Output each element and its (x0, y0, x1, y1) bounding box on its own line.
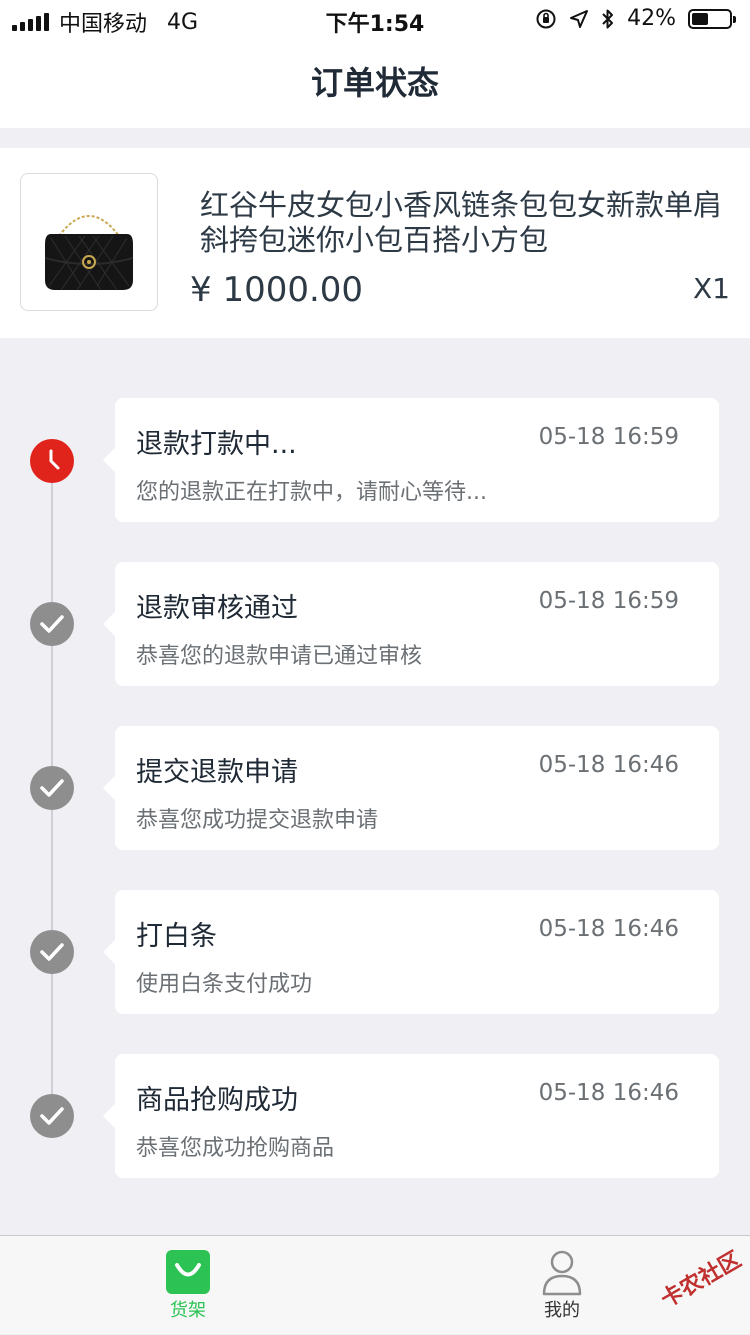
timeline-time: 05-18 16:46 (538, 1080, 679, 1106)
timeline-title: 提交退款申请 (136, 757, 298, 788)
timeline-description: 恭喜您成功抢购商品 (136, 1136, 335, 1161)
timeline-title: 退款打款中... (136, 429, 297, 460)
product-title: 红谷牛皮女包小香风链条包包女新款单肩斜挎包迷你小包百搭小方包 (200, 188, 723, 257)
timeline-title: 退款审核通过 (136, 593, 298, 624)
check-icon (30, 766, 74, 810)
nav-bar: 订单状态 (0, 40, 750, 128)
timeline-card: 打白条 05-18 16:46 使用白条支付成功 (103, 890, 719, 1014)
timeline-card: 退款审核通过 05-18 16:59 恭喜您的退款申请已通过审核 (103, 562, 719, 686)
timeline-time: 05-18 16:46 (538, 916, 679, 942)
tab-mine[interactable]: 我的 (492, 1236, 632, 1335)
timeline-title: 打白条 (136, 921, 217, 952)
handbag-image (44, 215, 134, 291)
timeline-card: 退款打款中... 05-18 16:59 您的退款正在打款中，请耐心等待... (103, 398, 719, 522)
location-arrow-icon (570, 9, 589, 28)
timeline-description: 您的退款正在打款中，请耐心等待... (136, 480, 487, 505)
tab-label: 我的 (544, 1300, 580, 1321)
product-quantity: X1 (693, 272, 730, 305)
timeline-time: 05-18 16:59 (538, 588, 679, 614)
battery-icon (688, 8, 736, 29)
user-icon (542, 1250, 582, 1296)
pending-clock-icon (30, 439, 74, 483)
tab-bar: 货架 我的 (0, 1235, 750, 1334)
timeline-time: 05-18 16:59 (538, 424, 679, 450)
timeline-description: 使用白条支付成功 (136, 972, 313, 997)
status-bar: 中国移动 4G 下午1:54 42% (0, 0, 750, 40)
timeline-card: 商品抢购成功 05-18 16:46 恭喜您成功抢购商品 (103, 1054, 719, 1178)
tab-label: 货架 (170, 1300, 206, 1321)
product-card[interactable]: 红谷牛皮女包小香风链条包包女新款单肩斜挎包迷你小包百搭小方包 ¥ 1000.00… (0, 148, 750, 338)
timeline-description: 恭喜您的退款申请已通过审核 (136, 644, 423, 669)
battery-percent: 42% (627, 6, 676, 31)
bluetooth-icon (602, 9, 614, 28)
timeline-description: 恭喜您成功提交退款申请 (136, 808, 379, 833)
check-icon (30, 1094, 74, 1138)
check-icon (30, 930, 74, 974)
tab-shelf[interactable]: 货架 (118, 1236, 258, 1335)
product-thumbnail[interactable] (20, 173, 158, 311)
rotation-lock-icon (536, 9, 556, 28)
shopping-bag-icon (166, 1250, 210, 1294)
timeline-title: 商品抢购成功 (136, 1085, 298, 1116)
timeline-time: 05-18 16:46 (538, 752, 679, 778)
timeline-card: 提交退款申请 05-18 16:46 恭喜您成功提交退款申请 (103, 726, 719, 850)
page-title: 订单状态 (310, 64, 439, 102)
check-icon (30, 602, 74, 646)
product-price: ¥ 1000.00 (190, 270, 364, 310)
